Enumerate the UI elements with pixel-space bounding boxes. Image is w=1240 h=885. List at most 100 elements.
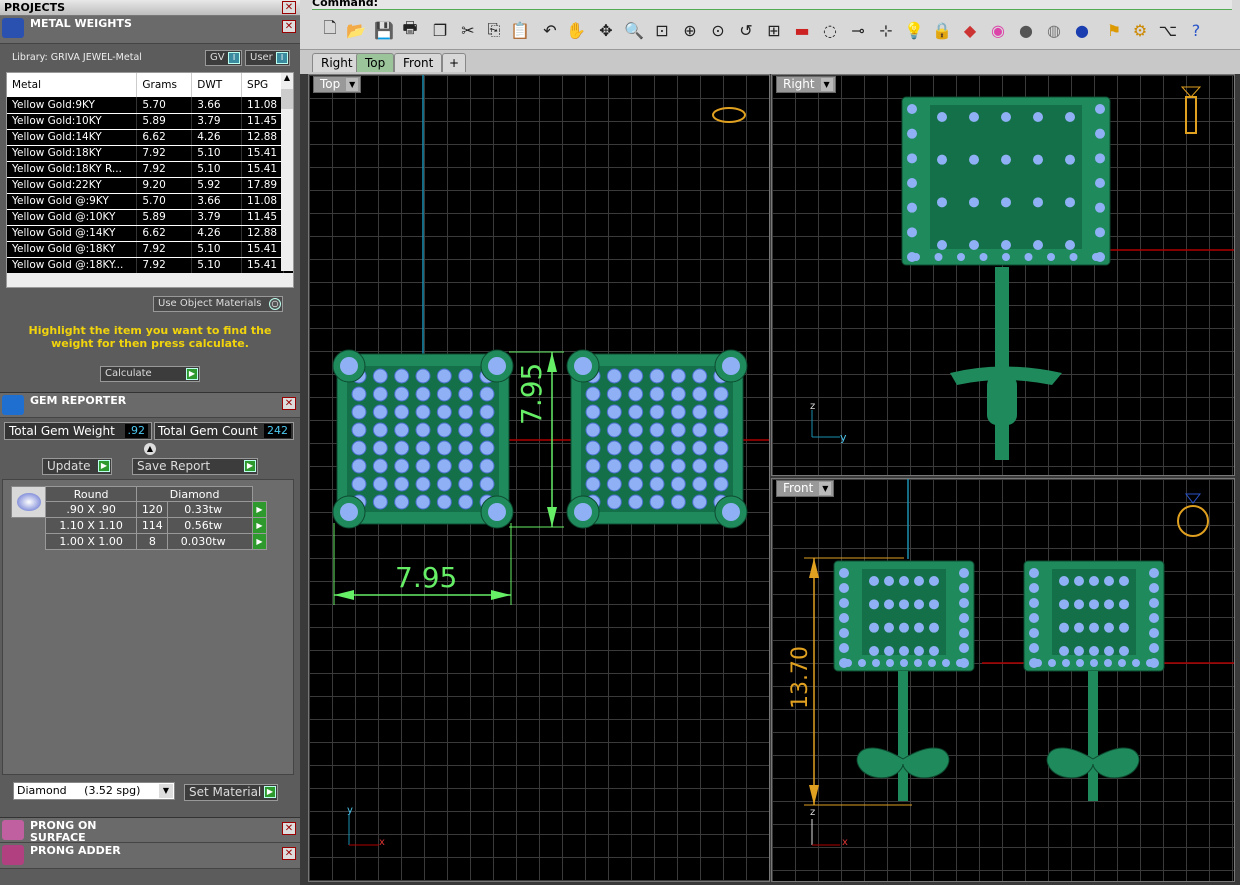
metal-col-header[interactable]: DWT <box>191 73 243 97</box>
table-row[interactable]: Yellow Gold @:18KY 7.92 5.10 15.41 <box>7 241 284 258</box>
material-select[interactable]: Diamond (3.52 spg) ▼ <box>13 782 175 800</box>
zoom-icon[interactable]: 🔍 <box>622 18 646 42</box>
table-row[interactable]: Yellow Gold:9KY 5.70 3.66 11.08 <box>7 97 284 114</box>
table-row[interactable]: Yellow Gold @:10KY 5.89 3.79 11.45 <box>7 209 284 226</box>
table-row[interactable]: Yellow Gold @:18KY... 7.92 5.10 15.41 <box>7 257 284 274</box>
scroll-up-icon[interactable]: ▲ <box>281 73 293 85</box>
paste-icon[interactable]: ⎘ <box>482 18 506 42</box>
close-icon[interactable]: ✕ <box>282 822 296 835</box>
use-object-materials-checkbox[interactable]: Use Object Materials ○ <box>153 296 283 312</box>
hide-icon[interactable]: ◌ <box>818 18 842 42</box>
metal-weights-header: METAL WEIGHTS ✕ <box>0 16 300 44</box>
pan-icon[interactable]: ✋ <box>564 18 588 42</box>
copy-icon[interactable]: ❐ <box>428 18 452 42</box>
table-row[interactable]: Yellow Gold:22KY 9.20 5.92 17.89 <box>7 177 284 194</box>
gem-row[interactable]: 1.00 X 1.00 8 0.030tw ▶ <box>44 533 267 550</box>
zoom-selected-icon[interactable]: ⊙ <box>706 18 730 42</box>
four-viewports-icon[interactable]: ⊞ <box>762 18 786 42</box>
help-icon[interactable]: ? <box>1184 18 1208 42</box>
lock-icon[interactable]: 🔒 <box>930 18 954 42</box>
car-icon[interactable]: ▬ <box>790 18 814 42</box>
new-file-icon[interactable]: 🗋 <box>318 18 342 42</box>
print-icon[interactable]: 🖶 <box>398 18 422 42</box>
viewport-right[interactable]: z y Right ▼ <box>771 74 1235 476</box>
metal-cell: Yellow Gold @:10KY <box>7 209 138 226</box>
rendered-sphere-icon[interactable]: ◍ <box>1042 18 1066 42</box>
shaded-sphere-icon[interactable]: ● <box>1014 18 1038 42</box>
prong-adder-header[interactable]: PRONG ADDER ✕ <box>0 843 300 869</box>
table-row[interactable]: Yellow Gold:14KY 6.62 4.26 12.88 <box>7 129 284 146</box>
projects-header[interactable]: PROJECTS ✕ <box>0 0 300 16</box>
tab-right[interactable]: Right <box>312 53 362 72</box>
viewport-top-label[interactable]: Top ▼ <box>313 76 362 93</box>
clipboard-icon[interactable]: 📋 <box>508 18 532 42</box>
metal-table-container: Metal Grams DWT SPG Yellow Gold:9KY 5.70 3.66… <box>6 72 294 288</box>
undo-view-icon[interactable]: ↺ <box>734 18 758 42</box>
prong-on-surface-header[interactable]: PRONG ON SURFACE ✕ <box>0 817 300 844</box>
snap-icon[interactable]: ⊸ <box>846 18 870 42</box>
close-icon[interactable]: ✕ <box>282 847 296 860</box>
tree-icon[interactable]: ⌥ <box>1156 18 1180 42</box>
close-icon[interactable]: ✕ <box>282 1 296 14</box>
open-file-icon[interactable]: 📂 <box>344 18 368 42</box>
add-tab-icon[interactable]: + <box>442 53 466 72</box>
zoom-extents-icon[interactable]: ⊕ <box>678 18 702 42</box>
update-button[interactable]: Update ▶ <box>42 458 112 475</box>
gem-row[interactable]: 1.10 X 1.10 114 0.56tw ▶ <box>44 517 267 534</box>
horizontal-scrollbar[interactable] <box>7 273 293 287</box>
metal-cell: 15.41 <box>241 241 284 258</box>
viewport-right-label[interactable]: Right ▼ <box>776 76 836 93</box>
save-report-button[interactable]: Save Report ▶ <box>132 458 258 475</box>
tab-top[interactable]: Top <box>356 53 395 72</box>
gem-cell: 8 <box>136 533 169 550</box>
grid-snap-icon[interactable]: ⊹ <box>874 18 898 42</box>
vertical-scrollbar[interactable]: ▲ <box>281 73 293 271</box>
total-gem-count-value: 242 <box>264 424 291 438</box>
table-row[interactable]: Yellow Gold @:14KY 6.62 4.26 12.88 <box>7 225 284 242</box>
tab-front[interactable]: Front <box>394 53 443 72</box>
undo-icon[interactable]: ↶ <box>538 18 562 42</box>
scroll-thumb[interactable] <box>281 89 293 109</box>
front-view-canvas <box>804 479 1234 846</box>
total-gem-weight: Total Gem Weight .92 <box>4 422 152 440</box>
metal-cell: 4.26 <box>191 225 243 242</box>
prong-adder-icon <box>2 845 24 865</box>
layers-icon[interactable]: ◆ <box>958 18 982 42</box>
table-row[interactable]: Yellow Gold:18KY R... 7.92 5.10 15.41 <box>7 161 284 178</box>
collapse-icon[interactable]: ▲ <box>144 443 156 455</box>
gem-row-button[interactable]: ▶ <box>252 517 267 534</box>
chevron-down-icon[interactable]: ▼ <box>159 784 173 798</box>
metal-col-header[interactable]: SPG <box>241 73 284 97</box>
command-line[interactable]: Command: <box>312 0 1232 10</box>
gem-row-button[interactable]: ▶ <box>252 501 267 518</box>
metal-cell: 7.92 <box>136 161 193 178</box>
zoom-window-icon[interactable]: ⊡ <box>650 18 674 42</box>
table-row[interactable]: Yellow Gold:10KY 5.89 3.79 11.45 <box>7 113 284 130</box>
table-row[interactable]: Yellow Gold:18KY 7.92 5.10 15.41 <box>7 145 284 162</box>
close-icon[interactable]: ✕ <box>282 397 296 410</box>
metal-col-header[interactable]: Metal <box>7 73 138 97</box>
metal-col-header[interactable]: Grams <box>136 73 193 97</box>
user-toggle[interactable]: User I <box>245 50 290 66</box>
axis-x-label: x <box>842 837 848 848</box>
set-material-button[interactable]: Set Material ▶ <box>184 784 278 801</box>
cut-icon[interactable]: ✂ <box>456 18 480 42</box>
blue-sphere-icon[interactable]: ● <box>1070 18 1094 42</box>
metal-cell: Yellow Gold @:14KY <box>7 225 138 242</box>
save-icon[interactable]: 💾 <box>372 18 396 42</box>
viewport-top[interactable]: 7.95 7.95 y x Top ▼ <box>308 74 770 882</box>
viewport-front[interactable]: 13.70 z x Front ▼ <box>771 478 1235 882</box>
close-icon[interactable]: ✕ <box>282 20 296 33</box>
gem-row-button[interactable]: ▶ <box>252 533 267 550</box>
viewport-front-label[interactable]: Front ▼ <box>776 480 835 497</box>
gem-row[interactable]: .90 X .90 120 0.33tw ▶ <box>44 501 267 518</box>
gear-icon[interactable]: ⚙ <box>1128 18 1152 42</box>
light-icon[interactable]: 💡 <box>902 18 926 42</box>
metal-cell: 15.41 <box>241 145 284 162</box>
color-wheel-icon[interactable]: ◉ <box>986 18 1010 42</box>
table-row[interactable]: Yellow Gold @:9KY 5.70 3.66 11.08 <box>7 193 284 210</box>
flag-icon[interactable]: ⚑ <box>1102 18 1126 42</box>
gv-toggle[interactable]: GV I <box>205 50 242 66</box>
calculate-button[interactable]: Calculate ▶ <box>100 366 200 382</box>
rotate-view-icon[interactable]: ✥ <box>594 18 618 42</box>
